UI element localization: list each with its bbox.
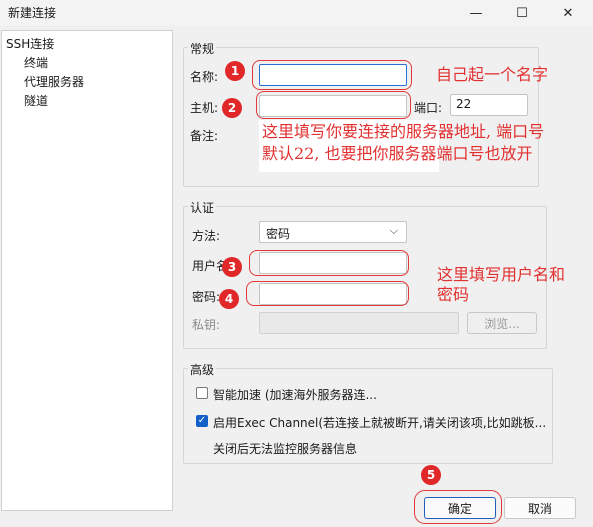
chevron-down-icon: ⌵ bbox=[389, 224, 398, 237]
annotation-ring-ok bbox=[414, 490, 502, 524]
minimize-icon: — bbox=[469, 5, 483, 21]
annotation-badge-5: 5 bbox=[421, 465, 441, 485]
maximize-button[interactable]: ☐ bbox=[499, 0, 545, 26]
annotation-host-hint-line2: 默认22, 也要把你服务器端口号也放开 bbox=[262, 144, 533, 163]
method-select[interactable]: 密码 ⌵ bbox=[259, 221, 407, 243]
window-title: 新建连接 bbox=[8, 6, 57, 20]
annotation-ring-host bbox=[256, 91, 411, 119]
advanced-group-title: 高级 bbox=[188, 361, 217, 378]
exec-channel-label: 启用Exec Channel(若连接上就被断开,请关闭该项,比如跳板... bbox=[213, 416, 547, 430]
tree-item-terminal[interactable]: 终端 bbox=[24, 54, 48, 71]
private-key-label: 私钥: bbox=[192, 318, 221, 332]
tree-item-proxy[interactable]: 代理服务器 bbox=[24, 73, 84, 90]
port-value: 22 bbox=[456, 97, 472, 111]
annotation-name-hint: 自己起一个名字 bbox=[436, 65, 549, 84]
browse-button: 浏览... bbox=[467, 312, 537, 334]
annotation-user-hint-line2: 密码 bbox=[437, 285, 470, 304]
annotation-ring-password bbox=[246, 281, 409, 306]
category-tree: SSH连接 终端 代理服务器 隧道 bbox=[1, 30, 173, 511]
host-label: 主机: bbox=[190, 101, 219, 115]
name-label: 名称: bbox=[190, 70, 219, 84]
annotation-user-hint-line1: 这里填写用户名和 bbox=[437, 265, 566, 284]
general-group-title: 常规 bbox=[188, 40, 217, 57]
annotation-badge-1: 1 bbox=[225, 61, 245, 81]
port-field[interactable]: 22 bbox=[450, 94, 528, 116]
annotation-badge-3: 3 bbox=[222, 257, 242, 277]
annotation-ring-name bbox=[252, 60, 412, 90]
tree-item-tunnel[interactable]: 隧道 bbox=[24, 92, 48, 109]
note-label: 备注: bbox=[190, 129, 219, 143]
method-label: 方法: bbox=[192, 229, 221, 243]
checkmark-icon: ✓ bbox=[197, 415, 207, 426]
auth-group-title: 认证 bbox=[188, 199, 217, 216]
annotation-ring-username bbox=[249, 250, 409, 276]
password-label: 密码: bbox=[192, 290, 221, 304]
smart-accel-checkbox[interactable] bbox=[196, 387, 208, 399]
tree-item-ssh[interactable]: SSH连接 bbox=[6, 35, 54, 52]
annotation-badge-4: 4 bbox=[219, 289, 239, 309]
minimize-button[interactable]: — bbox=[453, 0, 499, 26]
annotation-badge-2: 2 bbox=[222, 98, 242, 118]
port-label: 端口: bbox=[414, 101, 443, 115]
cancel-button[interactable]: 取消 bbox=[504, 497, 576, 519]
private-key-field bbox=[259, 312, 459, 334]
title-bar: 新建连接 — ☐ ✕ bbox=[0, 0, 593, 26]
close-icon: ✕ bbox=[562, 5, 574, 21]
method-value: 密码 bbox=[266, 227, 291, 241]
maximize-icon: ☐ bbox=[516, 5, 528, 21]
close-button[interactable]: ✕ bbox=[545, 0, 591, 26]
smart-accel-label: 智能加速 (加速海外服务器连... bbox=[213, 388, 377, 402]
exec-channel-checkbox[interactable]: ✓ bbox=[196, 415, 208, 427]
annotation-host-hint-line1: 这里填写你要连接的服务器地址, 端口号 bbox=[262, 122, 545, 141]
exec-channel-note: 关闭后无法监控服务器信息 bbox=[213, 442, 358, 456]
